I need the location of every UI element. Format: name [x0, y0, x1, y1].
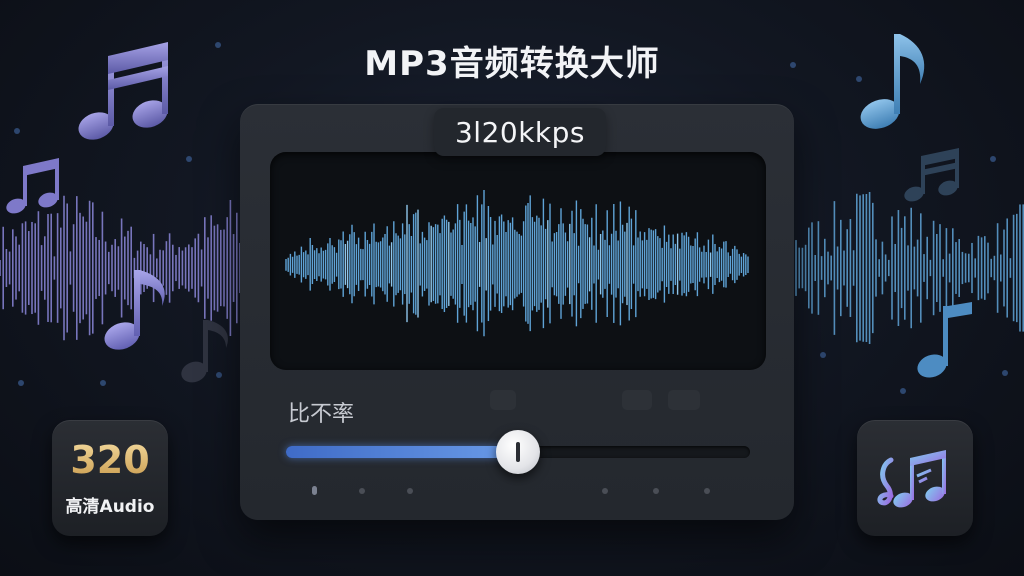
eighth-note-icon	[104, 270, 165, 350]
eighth-note-blue-small-icon	[917, 302, 972, 378]
ghost-control	[490, 390, 516, 410]
slider-tick	[602, 488, 608, 494]
slider-tick	[359, 488, 365, 494]
slider-tick	[407, 488, 413, 494]
bitrate-slider-fill	[286, 446, 518, 458]
ghost-control	[668, 390, 700, 410]
quality-badge-number: 320	[52, 438, 168, 482]
bitrate-slider-label: 比不率	[288, 402, 355, 427]
quality-badge-caption: 高清Audio	[65, 497, 155, 517]
slider-tick	[704, 488, 710, 494]
waveform-display	[270, 152, 766, 370]
beamed-notes-small-icon	[6, 158, 59, 214]
waveform-visualization	[285, 189, 749, 337]
ghost-control	[622, 390, 652, 410]
quality-badge: 320 高清Audio	[52, 420, 168, 536]
slider-tick	[653, 488, 659, 494]
music-app-badge[interactable]	[857, 420, 973, 536]
bitrate-slider-thumb[interactable]	[496, 430, 540, 474]
music-notes-icon	[877, 450, 946, 508]
bitrate-slider-track[interactable]	[286, 430, 750, 474]
app-title: MP3音频转换大师	[364, 44, 660, 84]
slider-tick	[312, 486, 317, 495]
eighth-note-dark-icon	[181, 320, 228, 383]
beamed-notes-dark-icon	[904, 148, 959, 202]
bitrate-display: 3l20kkps	[434, 108, 606, 156]
